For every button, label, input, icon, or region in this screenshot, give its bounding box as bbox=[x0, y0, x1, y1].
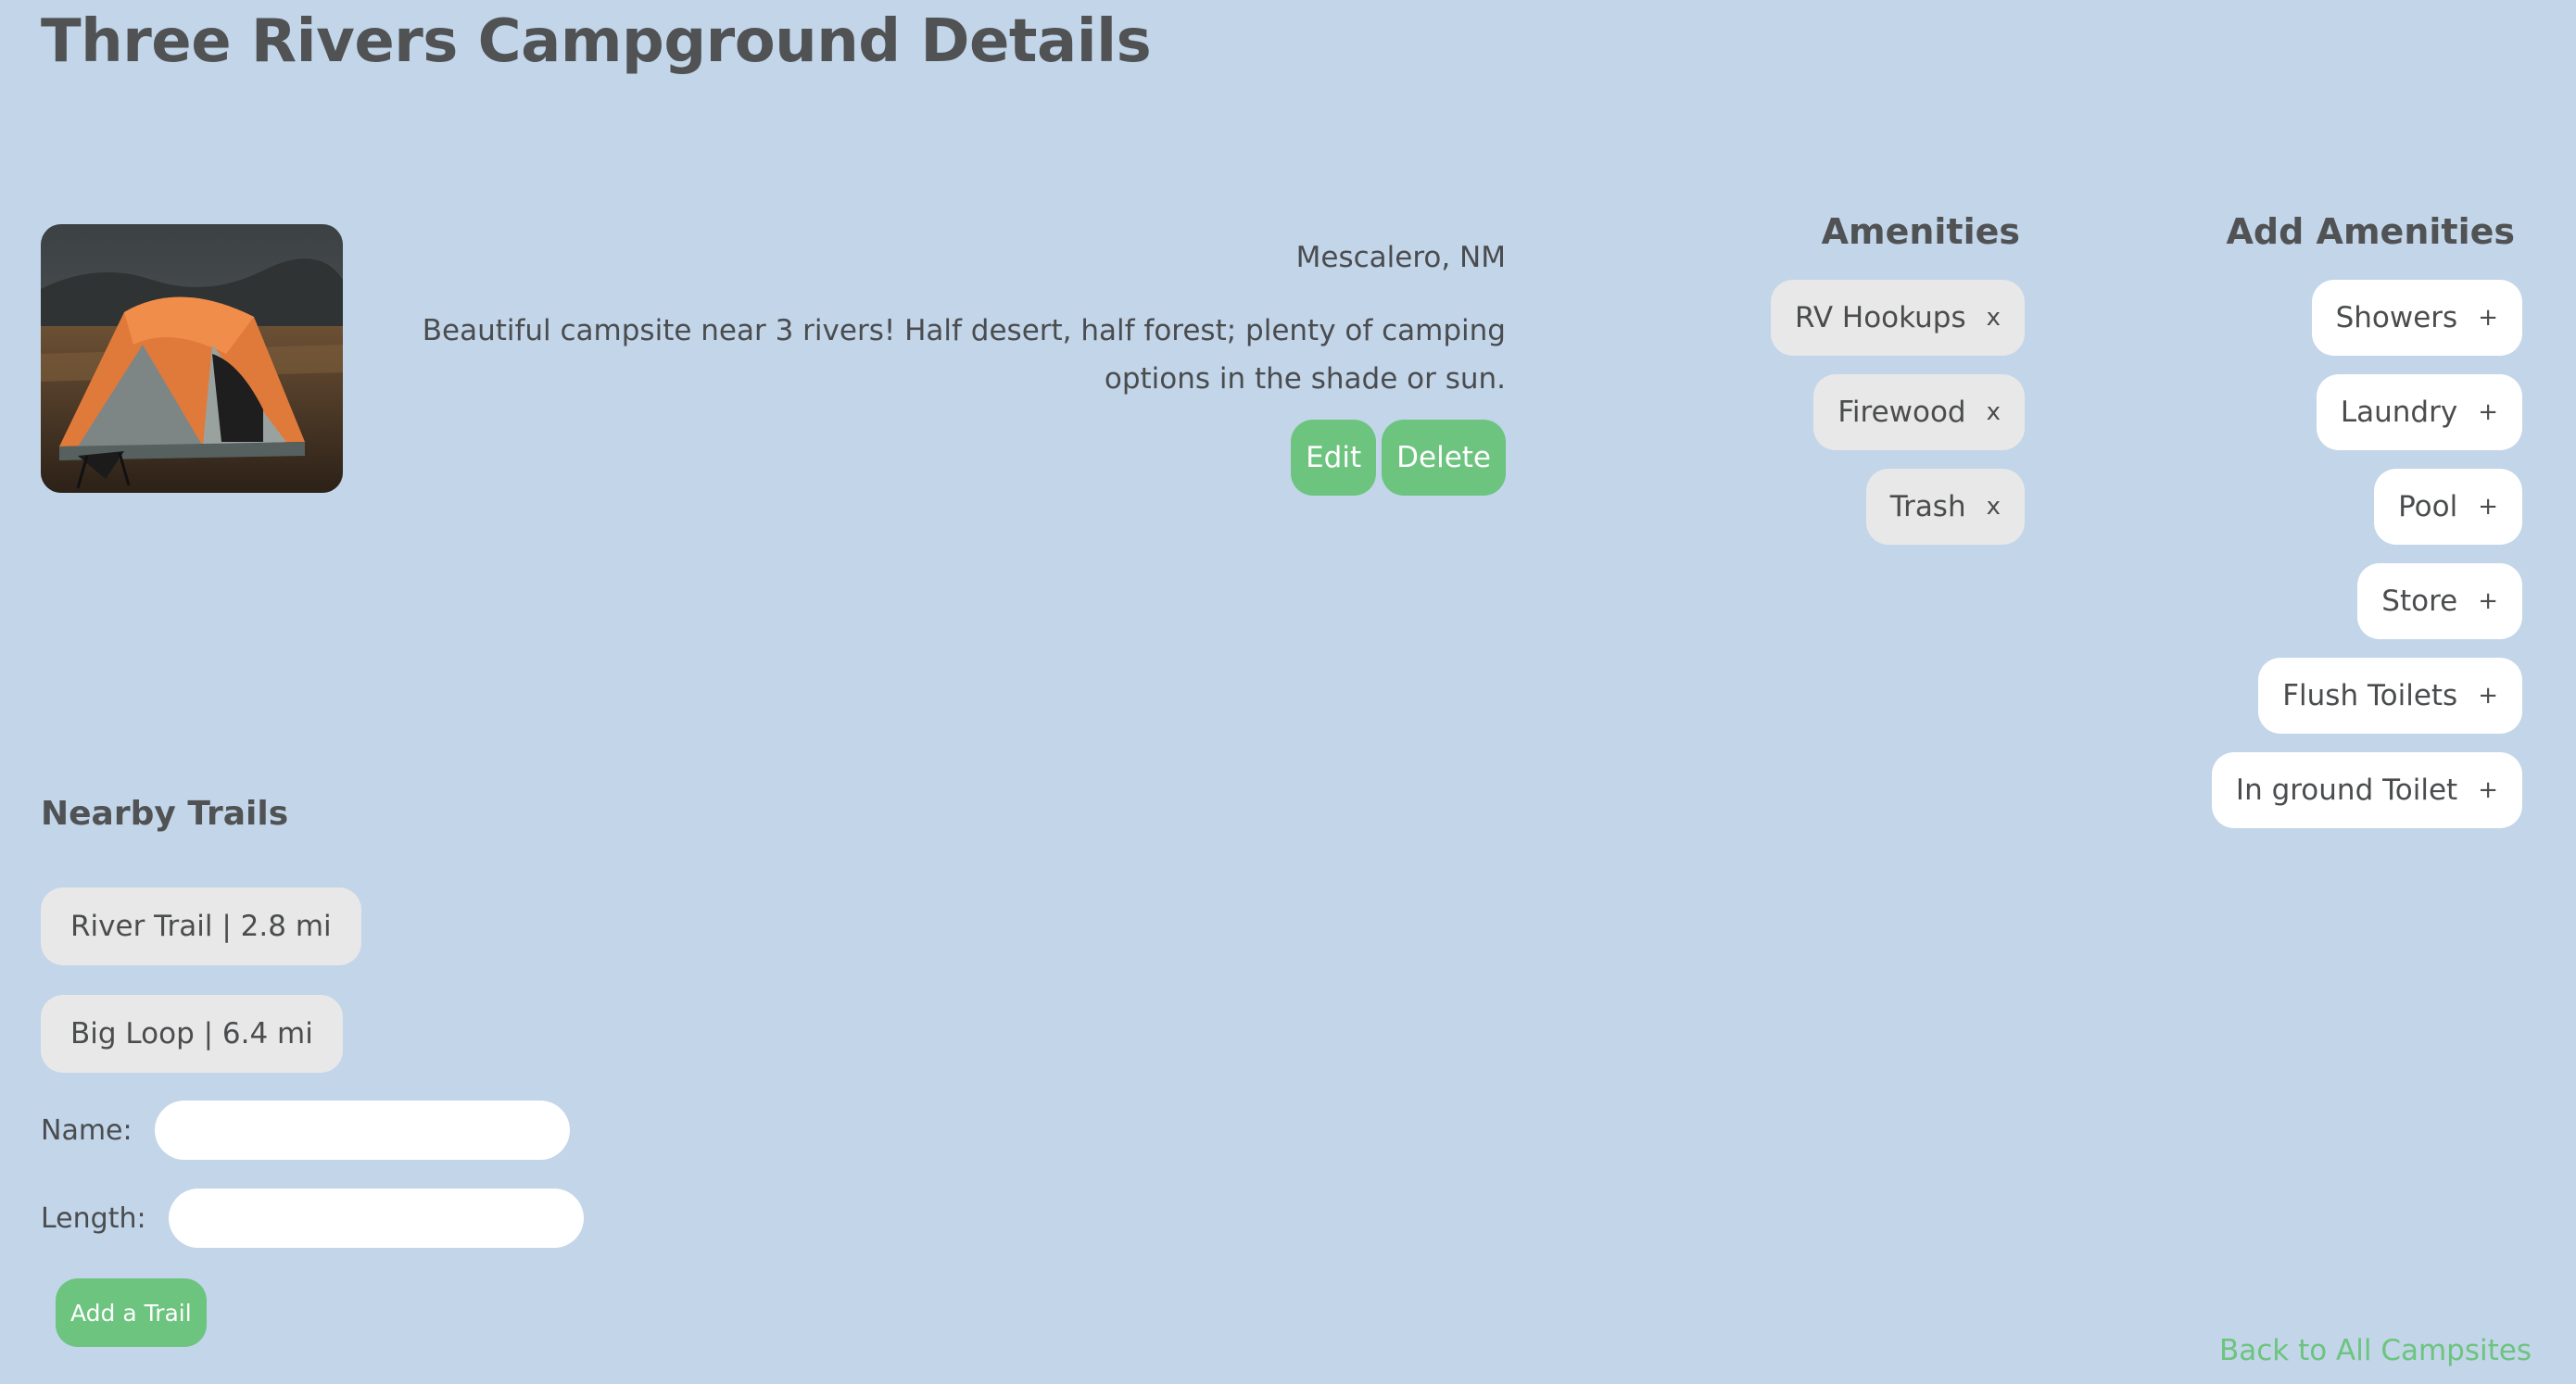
trail-name-label: Name: bbox=[41, 1113, 133, 1147]
add-amenity-label: Pool bbox=[2398, 490, 2458, 523]
add-amenity-laundry[interactable]: Laundry + bbox=[2316, 374, 2522, 450]
add-amenity-store[interactable]: Store + bbox=[2357, 563, 2522, 639]
add-amenities-heading: Add Amenities bbox=[2226, 211, 2515, 252]
campsite-location: Mescalero, NM bbox=[1295, 241, 1506, 274]
plus-icon[interactable]: + bbox=[2478, 493, 2498, 521]
add-amenity-label: In ground Toilet bbox=[2235, 774, 2458, 807]
campsite-description: Beautiful campsite near 3 rivers! Half d… bbox=[422, 314, 1506, 396]
remove-icon[interactable]: x bbox=[1987, 398, 2001, 426]
delete-button[interactable]: Delete bbox=[1382, 420, 1506, 496]
trail-item: River Trail | 2.8 mi bbox=[41, 887, 361, 965]
amenity-chip-firewood[interactable]: Firewood x bbox=[1813, 374, 2025, 450]
add-amenity-label: Store bbox=[2381, 585, 2458, 618]
page-title: Three Rivers Campground Details bbox=[41, 7, 1152, 76]
add-amenities-list: Showers + Laundry + Pool + Store + Flush… bbox=[2211, 280, 2522, 847]
back-to-all-campsites-link[interactable]: Back to All Campsites bbox=[2219, 1334, 2532, 1367]
plus-icon[interactable]: + bbox=[2478, 587, 2498, 615]
amenity-label: Firewood bbox=[1837, 396, 1966, 429]
add-trail-button[interactable]: Add a Trail bbox=[56, 1278, 207, 1347]
trail-name-input[interactable] bbox=[154, 1101, 570, 1160]
campsite-info: Mescalero, NM Beautiful campsite near 3 … bbox=[389, 236, 1506, 496]
trail-length-row: Length: bbox=[41, 1189, 584, 1248]
trail-name-row: Name: bbox=[41, 1101, 570, 1160]
trail-list: River Trail | 2.8 mi Big Loop | 6.4 mi bbox=[41, 887, 361, 1102]
amenities-heading: Amenities bbox=[1821, 211, 2020, 252]
plus-icon[interactable]: + bbox=[2478, 304, 2498, 332]
plus-icon[interactable]: + bbox=[2478, 682, 2498, 710]
amenities-list: RV Hookups x Firewood x Trash x bbox=[1770, 280, 2025, 563]
campsite-photo bbox=[41, 224, 343, 493]
remove-icon[interactable]: x bbox=[1987, 304, 2001, 332]
add-amenity-label: Showers bbox=[2335, 301, 2458, 334]
add-amenity-label: Laundry bbox=[2340, 396, 2458, 429]
tent-image bbox=[41, 224, 343, 493]
plus-icon[interactable]: + bbox=[2478, 398, 2498, 426]
trail-item: Big Loop | 6.4 mi bbox=[41, 995, 343, 1073]
remove-icon[interactable]: x bbox=[1987, 493, 2001, 521]
edit-button[interactable]: Edit bbox=[1291, 420, 1377, 496]
add-amenity-pool[interactable]: Pool + bbox=[2374, 469, 2522, 545]
add-amenity-showers[interactable]: Showers + bbox=[2311, 280, 2522, 356]
plus-icon[interactable]: + bbox=[2478, 776, 2498, 804]
trail-length-input[interactable] bbox=[168, 1189, 584, 1248]
campsite-actions: Edit Delete bbox=[389, 420, 1506, 496]
add-amenity-label: Flush Toilets bbox=[2282, 679, 2458, 712]
nearby-trails-heading: Nearby Trails bbox=[41, 795, 289, 833]
amenity-chip-trash[interactable]: Trash x bbox=[1865, 469, 2025, 545]
add-amenity-flush-toilets[interactable]: Flush Toilets + bbox=[2258, 658, 2522, 734]
add-amenity-in-ground-toilet[interactable]: In ground Toilet + bbox=[2211, 752, 2522, 828]
amenity-label: RV Hookups bbox=[1794, 301, 1966, 334]
amenity-label: Trash bbox=[1889, 490, 1966, 523]
amenity-chip-rv-hookups[interactable]: RV Hookups x bbox=[1770, 280, 2025, 356]
trail-length-label: Length: bbox=[41, 1202, 146, 1235]
